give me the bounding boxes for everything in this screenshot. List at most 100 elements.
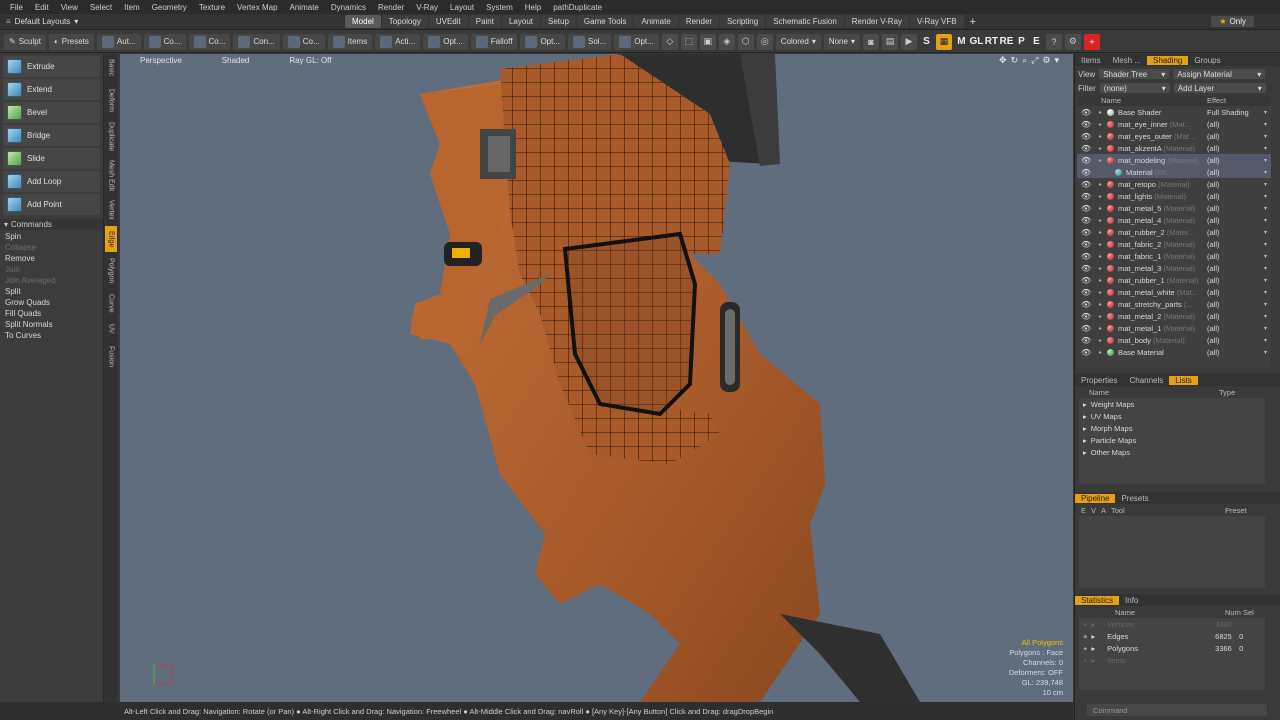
command-item[interactable]: Grow Quads	[0, 297, 103, 308]
chevron-down-icon[interactable]: ▾	[1264, 277, 1267, 284]
layout-tab[interactable]: Render V-Ray	[844, 15, 910, 28]
layout-tab[interactable]: Layout	[501, 15, 540, 28]
eye-icon[interactable]: 👁	[1081, 348, 1091, 357]
rotate-icon[interactable]: ↻	[1011, 55, 1019, 66]
eye-icon[interactable]: 👁	[1081, 276, 1091, 285]
panel-tab[interactable]: Info	[1119, 596, 1144, 605]
expand-arrow-icon[interactable]: ▸	[1099, 289, 1107, 296]
panel-tab[interactable]: Properties	[1075, 376, 1123, 385]
shading-mode[interactable]: Shaded	[202, 56, 270, 65]
eye-icon[interactable]: 👁	[1081, 192, 1091, 201]
list-item[interactable]: ▸ Other Maps	[1079, 446, 1265, 458]
expand-arrow-icon[interactable]: ▸	[1099, 349, 1107, 356]
chevron-down-icon[interactable]: ▾	[1264, 157, 1267, 164]
add-icon[interactable]: +	[1083, 656, 1087, 665]
expand-arrow-icon[interactable]: ▸	[1099, 133, 1107, 140]
command-item[interactable]: Fill Quads	[0, 308, 103, 319]
maximize-icon[interactable]: ⤢	[1031, 55, 1038, 66]
shader-row[interactable]: 👁 ▸ mat_metal_3 (Material) (all) ▾	[1077, 262, 1271, 274]
menu-item[interactable]: Texture	[193, 3, 231, 12]
raygl-toggle[interactable]: Ray GL: Off	[269, 56, 351, 65]
menu-item[interactable]: System	[480, 3, 519, 12]
shader-row[interactable]: 👁 ▸ mat_metal_5 (Material) (all) ▾	[1077, 202, 1271, 214]
eye-icon[interactable]: 👁	[1081, 300, 1091, 309]
vertical-tab[interactable]: Fusion	[105, 342, 117, 372]
chevron-down-icon[interactable]: ▾	[1264, 133, 1267, 140]
expand-arrow-icon[interactable]: ▸	[1099, 241, 1107, 248]
vertical-tab[interactable]: Vertex	[105, 196, 117, 224]
expand-arrow-icon[interactable]: ▸	[1099, 157, 1107, 164]
render-preview-icon[interactable]: ▤	[881, 33, 898, 50]
help-icon[interactable]: ?	[1045, 33, 1062, 50]
commands-header[interactable]: ▾ Commands	[0, 219, 103, 230]
menu-item[interactable]: Geometry	[146, 3, 193, 12]
eye-icon[interactable]: 👁	[1081, 204, 1091, 213]
toolbar-button[interactable]: Falloff	[470, 33, 518, 50]
shader-row[interactable]: 👁 Material (Sh... (all) ▾	[1077, 166, 1271, 178]
zoom-icon[interactable]: ⌕	[1022, 55, 1027, 66]
shader-row[interactable]: 👁 ▸ mat_modeling (Material) (all) ▾	[1077, 154, 1271, 166]
command-item[interactable]: Spin	[0, 231, 103, 242]
add-icon[interactable]: +	[1083, 620, 1087, 629]
expand-arrow-icon[interactable]: ▸	[1091, 656, 1095, 665]
active-mode-icon[interactable]: ▦	[935, 33, 952, 50]
panel-tab[interactable]: Shading	[1147, 55, 1189, 65]
none-dropdown[interactable]: None ▾	[823, 33, 860, 50]
expand-arrow-icon[interactable]: ▸	[1099, 109, 1107, 116]
gear-icon[interactable]: ⚙	[1042, 55, 1050, 66]
toolbar-button[interactable]: Opt...	[520, 33, 565, 50]
add-red-icon[interactable]: +	[1083, 33, 1100, 50]
command-item[interactable]: Split Normals	[0, 319, 103, 330]
vertical-tab[interactable]: UV	[105, 318, 117, 340]
vertical-tab[interactable]: Curve	[105, 290, 117, 316]
eye-icon[interactable]: 👁	[1081, 168, 1091, 177]
expand-arrow-icon[interactable]: ▸	[1099, 325, 1107, 332]
eye-icon[interactable]: 👁	[1081, 240, 1091, 249]
chevron-down-icon[interactable]: ▾	[1264, 217, 1267, 224]
chevron-down-icon[interactable]: ▾	[1264, 301, 1267, 308]
wrench-icon[interactable]: ⚙	[1064, 33, 1081, 50]
expand-arrow-icon[interactable]: ▸	[1099, 301, 1107, 308]
chevron-down-icon[interactable]: ▾	[1264, 253, 1267, 260]
expand-arrow-icon[interactable]: ▸	[1099, 265, 1107, 272]
shader-row[interactable]: 👁 ▸ mat_fabric_1 (Material) (all) ▾	[1077, 250, 1271, 262]
command-item[interactable]: To Curves	[0, 330, 103, 341]
layout-tab[interactable]: UVEdit	[428, 15, 468, 28]
chevron-down-icon[interactable]: ▾	[1264, 145, 1267, 152]
layout-tab[interactable]: Game Tools	[576, 15, 634, 28]
command-item[interactable]: Remove	[0, 253, 103, 264]
command-input[interactable]: Command	[1087, 704, 1267, 716]
eye-icon[interactable]: 👁	[1081, 132, 1091, 141]
panel-tab[interactable]: Groups	[1188, 56, 1226, 65]
eye-icon[interactable]: 👁	[1081, 180, 1091, 189]
assign-material-dropdown[interactable]: Assign Material ▾	[1173, 69, 1266, 79]
filter-dropdown[interactable]: (none) ▾	[1099, 83, 1170, 93]
chevron-down-icon[interactable]: ▾	[1264, 121, 1267, 128]
toolbar-button[interactable]: Acti...	[375, 33, 421, 50]
eye-icon[interactable]: 👁	[1081, 264, 1091, 273]
statistics-row[interactable]: + ▸ Vertices 3490	[1079, 618, 1265, 630]
expand-arrow-icon[interactable]: ▸	[1099, 253, 1107, 260]
chevron-down-icon[interactable]: ▾	[1054, 55, 1059, 66]
toolbar-button[interactable]: Co...	[282, 33, 325, 50]
menu-item[interactable]: V-Ray	[410, 3, 444, 12]
chevron-down-icon[interactable]: ▾	[1264, 229, 1267, 236]
view-dropdown[interactable]: Shader Tree ▾	[1099, 69, 1170, 79]
vertical-tab[interactable]: Edge	[105, 226, 117, 252]
layout-tab[interactable]: Scripting	[720, 15, 766, 28]
panel-tab[interactable]: Mesh ...	[1107, 56, 1147, 65]
shader-row[interactable]: 👁 ▸ mat_rubber_1 (Material) (all) ▾	[1077, 274, 1271, 286]
toolbar-button[interactable]: Opt...	[614, 33, 659, 50]
list-item[interactable]: ▸ Particle Maps	[1079, 434, 1265, 446]
shader-row[interactable]: 👁 ▸ mat_lights (Material) (all) ▾	[1077, 190, 1271, 202]
vertical-tab[interactable]: Mesh Edit	[105, 158, 117, 194]
panel-tab[interactable]: Items	[1075, 56, 1107, 65]
toolbar-letter[interactable]: P	[1015, 34, 1028, 50]
shader-row[interactable]: 👁 ▸ mat_fabric_2 (Material) (all) ▾	[1077, 238, 1271, 250]
expand-arrow-icon[interactable]: ▸	[1099, 277, 1107, 284]
expand-arrow-icon[interactable]: ▸	[1099, 181, 1107, 188]
statistics-row[interactable]: + ▸ Items	[1079, 654, 1265, 666]
statistics-row[interactable]: + ▸ Edges 6825 0	[1079, 630, 1265, 642]
expand-arrow-icon[interactable]: ▸	[1083, 412, 1087, 421]
toolbar-button[interactable]: Co...	[188, 33, 231, 50]
